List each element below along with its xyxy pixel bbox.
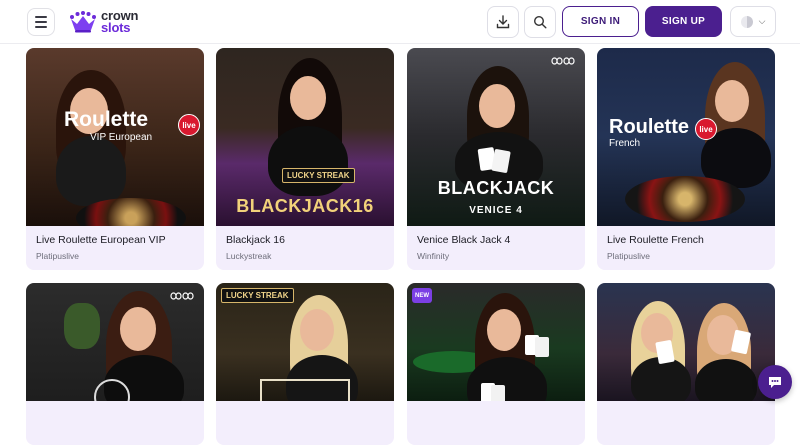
game-title: Live Roulette European VIP [36,234,166,246]
game-card[interactable] [597,283,775,445]
download-icon [496,15,510,29]
chat-button[interactable] [758,365,792,399]
live-badge: live [695,118,717,140]
chevron-down-icon: ⌵ [758,16,766,26]
game-card[interactable]: NEW [407,283,585,445]
game-thumbnail[interactable]: LUCKY STREAK [216,283,394,401]
provider-logo: LUCKY STREAK [282,168,355,183]
art-title: BLACKJACK [437,178,555,198]
game-provider: Luckystreak [226,251,272,261]
chat-icon [769,377,781,388]
flag-icon [740,15,753,28]
game-card[interactable]: LUCKY STREAK BLACKJACK16 Blackjack 16 Lu… [216,48,394,270]
new-badge: NEW [412,288,432,303]
art-title: Roulette [64,108,148,131]
game-thumbnail[interactable]: LUCKY STREAK BLACKJACK16 [216,48,394,226]
game-title: Venice Black Jack 4 [417,234,511,246]
game-thumbnail[interactable] [597,283,775,401]
game-provider: Winfinity [417,251,450,261]
game-card[interactable]: BLACKJACK VENICE 4 Venice Black Jack 4 W… [407,48,585,270]
art-title: Roulette [609,116,689,138]
download-button[interactable] [487,6,519,38]
game-provider: Platipuslive [36,251,79,261]
provider-infinity-icon [170,292,194,300]
art-subtitle: VIP European [90,132,153,143]
top-header: crown slots SIGN IN SIGN UP ⌵ [0,0,800,44]
art-subtitle: VENICE 4 [469,205,523,216]
game-title: Live Roulette French [607,234,704,246]
game-card[interactable]: Roulette French live Live Roulette Frenc… [597,48,775,270]
game-title: Blackjack 16 [226,234,285,246]
crown-icon [70,11,96,33]
provider-logo: LUCKY STREAK [221,288,294,303]
site-logo[interactable]: crown slots [69,7,138,37]
hamburger-icon[interactable] [27,8,55,36]
language-selector[interactable]: ⌵ [730,6,776,37]
game-thumbnail[interactable]: BLACKJACK VENICE 4 [407,48,585,226]
game-thumbnail[interactable] [26,283,204,401]
search-button[interactable] [524,6,556,38]
art-title: BLACKJACK16 [236,196,374,216]
game-thumbnail[interactable]: Roulette French live [597,48,775,226]
game-provider: Platipuslive [607,251,650,261]
game-card[interactable]: Roulette VIP European live Live Roulette… [26,48,204,270]
search-icon [533,15,547,29]
game-thumbnail[interactable]: Roulette VIP European live [26,48,204,226]
art-subtitle: French [609,138,641,149]
logo-text-line2: slots [101,20,131,35]
game-card[interactable] [26,283,204,445]
sign-in-button[interactable]: SIGN IN [562,6,639,37]
provider-infinity-icon [551,57,575,65]
sign-up-button[interactable]: SIGN UP [645,6,722,37]
game-card[interactable]: LUCKY STREAK [216,283,394,445]
live-badge: live [178,114,200,136]
game-thumbnail[interactable]: NEW [407,283,585,401]
